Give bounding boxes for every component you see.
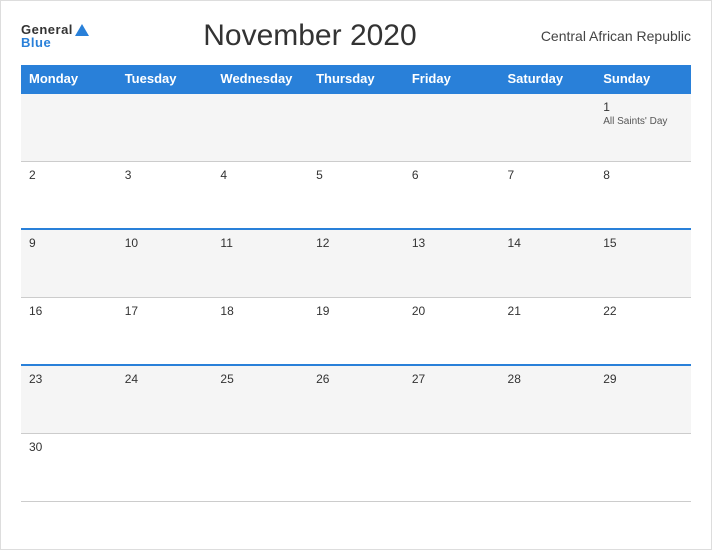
day-number: 2 <box>29 168 109 182</box>
calendar-country: Central African Republic <box>531 28 691 44</box>
calendar-cell: 17 <box>117 297 213 365</box>
calendar-cell: 6 <box>404 161 500 229</box>
day-event: All Saints' Day <box>603 116 683 127</box>
week-row-4: 16 17 18 19 20 21 22 <box>21 297 691 365</box>
week-row-2: 2 3 4 5 6 7 8 <box>21 161 691 229</box>
day-number: 17 <box>125 304 205 318</box>
weekday-header-wednesday: Wednesday <box>212 65 308 93</box>
day-number: 12 <box>316 236 396 250</box>
calendar-cell <box>404 433 500 501</box>
weekday-header-saturday: Saturday <box>500 65 596 93</box>
calendar-cell <box>404 93 500 161</box>
calendar-cell: 27 <box>404 365 500 433</box>
calendar-container: General Blue November 2020 Central Afric… <box>0 0 712 550</box>
calendar-header: General Blue November 2020 Central Afric… <box>21 19 691 53</box>
day-number: 15 <box>603 236 683 250</box>
day-number: 7 <box>508 168 588 182</box>
day-number: 8 <box>603 168 683 182</box>
calendar-cell: 24 <box>117 365 213 433</box>
calendar-cell: 29 <box>595 365 691 433</box>
calendar-cell <box>500 433 596 501</box>
weekday-header-monday: Monday <box>21 65 117 93</box>
calendar-cell: 3 <box>117 161 213 229</box>
week-row-3: 9 10 11 12 13 14 15 <box>21 229 691 297</box>
day-number: 3 <box>125 168 205 182</box>
calendar-cell: 20 <box>404 297 500 365</box>
calendar-cell: 18 <box>212 297 308 365</box>
calendar-cell <box>117 93 213 161</box>
calendar-cell: 13 <box>404 229 500 297</box>
weekday-header-sunday: Sunday <box>595 65 691 93</box>
day-number: 21 <box>508 304 588 318</box>
calendar-cell: 15 <box>595 229 691 297</box>
day-number: 29 <box>603 372 683 386</box>
calendar-cell: 11 <box>212 229 308 297</box>
calendar-cell <box>595 433 691 501</box>
weekday-header-thursday: Thursday <box>308 65 404 93</box>
calendar-cell: 8 <box>595 161 691 229</box>
calendar-cell: 2 <box>21 161 117 229</box>
calendar-table: MondayTuesdayWednesdayThursdayFridaySatu… <box>21 65 691 502</box>
day-number: 13 <box>412 236 492 250</box>
calendar-cell <box>308 93 404 161</box>
calendar-cell: 1 All Saints' Day <box>595 93 691 161</box>
day-number: 16 <box>29 304 109 318</box>
calendar-cell <box>21 93 117 161</box>
week-row-1: 1 All Saints' Day <box>21 93 691 161</box>
calendar-cell: 28 <box>500 365 596 433</box>
day-number: 27 <box>412 372 492 386</box>
calendar-cell: 4 <box>212 161 308 229</box>
day-number: 30 <box>29 440 109 454</box>
day-number: 22 <box>603 304 683 318</box>
logo-triangle-icon <box>75 24 89 36</box>
calendar-cell: 14 <box>500 229 596 297</box>
calendar-cell: 7 <box>500 161 596 229</box>
calendar-cell: 16 <box>21 297 117 365</box>
day-number: 24 <box>125 372 205 386</box>
calendar-title: November 2020 <box>89 19 531 53</box>
weekday-header-friday: Friday <box>404 65 500 93</box>
calendar-cell: 25 <box>212 365 308 433</box>
calendar-body: 1All Saints' Day234567891011121314151617… <box>21 93 691 501</box>
calendar-cell: 21 <box>500 297 596 365</box>
logo: General Blue <box>21 23 89 49</box>
day-number: 26 <box>316 372 396 386</box>
calendar-cell: 22 <box>595 297 691 365</box>
calendar-cell <box>308 433 404 501</box>
calendar-cell <box>500 93 596 161</box>
calendar-cell: 26 <box>308 365 404 433</box>
calendar-cell <box>117 433 213 501</box>
calendar-thead: MondayTuesdayWednesdayThursdayFridaySatu… <box>21 65 691 93</box>
day-number: 23 <box>29 372 109 386</box>
calendar-cell: 10 <box>117 229 213 297</box>
week-row-5: 23 24 25 26 27 28 29 <box>21 365 691 433</box>
logo-blue-text: Blue <box>21 36 51 49</box>
calendar-cell: 23 <box>21 365 117 433</box>
day-number: 1 <box>603 100 683 114</box>
day-number: 9 <box>29 236 109 250</box>
week-row-6: 30 <box>21 433 691 501</box>
day-number: 20 <box>412 304 492 318</box>
calendar-cell <box>212 433 308 501</box>
weekday-header-row: MondayTuesdayWednesdayThursdayFridaySatu… <box>21 65 691 93</box>
day-number: 4 <box>220 168 300 182</box>
day-number: 11 <box>220 236 300 250</box>
day-number: 18 <box>220 304 300 318</box>
calendar-cell: 19 <box>308 297 404 365</box>
day-number: 25 <box>220 372 300 386</box>
calendar-cell: 9 <box>21 229 117 297</box>
day-number: 28 <box>508 372 588 386</box>
day-number: 5 <box>316 168 396 182</box>
day-number: 14 <box>508 236 588 250</box>
calendar-cell: 30 <box>21 433 117 501</box>
day-number: 6 <box>412 168 492 182</box>
calendar-cell: 5 <box>308 161 404 229</box>
day-number: 10 <box>125 236 205 250</box>
calendar-cell <box>212 93 308 161</box>
calendar-cell: 12 <box>308 229 404 297</box>
day-number: 19 <box>316 304 396 318</box>
weekday-header-tuesday: Tuesday <box>117 65 213 93</box>
